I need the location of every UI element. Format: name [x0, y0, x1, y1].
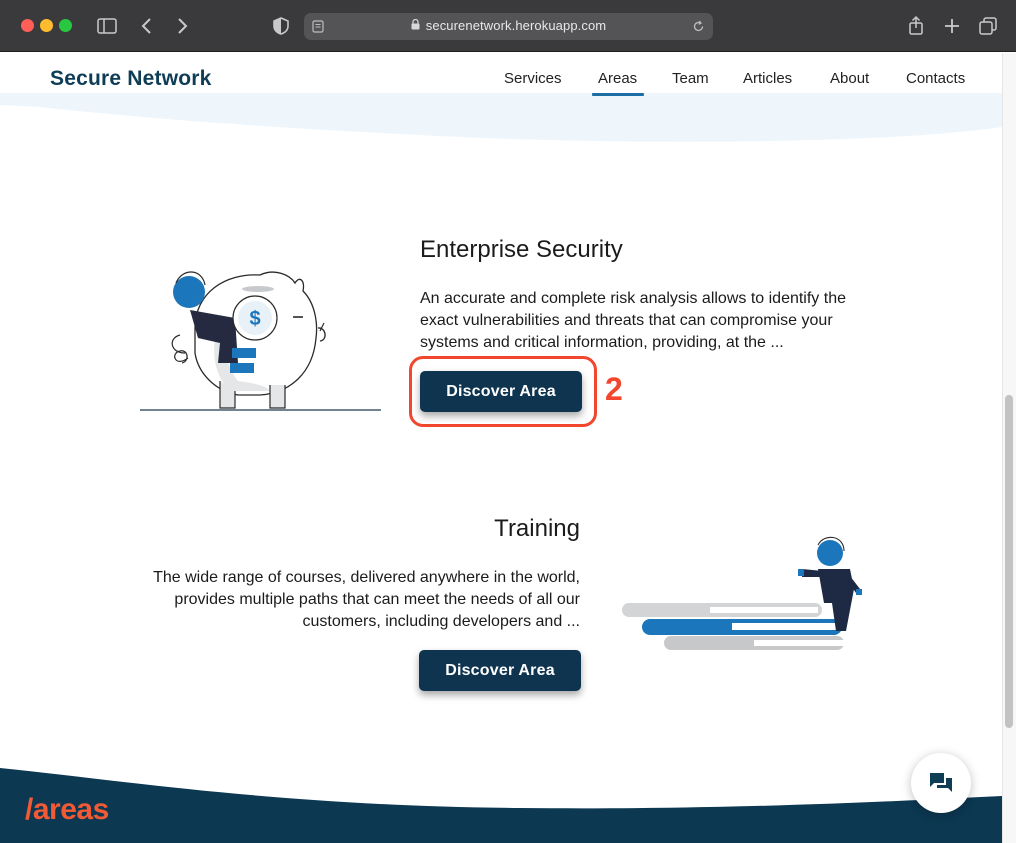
annotation-number: 2 — [605, 371, 623, 407]
close-window-button[interactable] — [21, 19, 34, 32]
areas-section-label: /areas — [25, 793, 109, 826]
tab-overview-icon[interactable] — [977, 15, 999, 37]
zoom-window-button[interactable] — [59, 19, 72, 32]
reload-icon[interactable] — [692, 20, 705, 33]
nav-about[interactable]: About — [830, 70, 869, 87]
url-text: securenetwork.herokuapp.com — [425, 18, 607, 33]
nav-contacts[interactable]: Contacts — [906, 70, 965, 87]
chat-button[interactable] — [911, 753, 971, 813]
description-line: An accurate and complete risk analysis a… — [420, 290, 846, 307]
svg-text:$: $ — [249, 308, 260, 330]
nav-articles[interactable]: Articles — [743, 70, 792, 87]
active-nav-indicator — [592, 93, 644, 96]
back-arrow-icon[interactable] — [137, 15, 159, 37]
scrollbar-thumb[interactable] — [1005, 395, 1013, 728]
privacy-shield-icon[interactable] — [270, 15, 292, 37]
section-title-enterprise-security: Enterprise Security — [420, 236, 623, 263]
climbing-stairs-illustration — [622, 536, 862, 650]
description-line: The wide range of courses, delivered any… — [153, 569, 580, 586]
site-logo[interactable]: Secure Network — [50, 67, 212, 91]
lock-icon — [411, 19, 420, 30]
header-wave — [0, 93, 1002, 142]
description-line: customers, including developers and ... — [302, 613, 580, 630]
address-bar[interactable]: securenetwork.herokuapp.com — [304, 13, 713, 40]
page-viewport: Secure Network Services Areas Team Artic… — [0, 53, 1002, 843]
nav-team[interactable]: Team — [672, 70, 709, 87]
new-tab-icon[interactable] — [941, 15, 963, 37]
description-line: systems and critical information, provid… — [420, 334, 784, 351]
nav-areas[interactable]: Areas — [598, 70, 637, 87]
nav-services[interactable]: Services — [504, 70, 562, 87]
description-line: provides multiple paths that can meet th… — [174, 591, 580, 608]
share-icon[interactable] — [905, 15, 927, 37]
annotation-highlight-box — [409, 356, 597, 427]
section-description-training: The wide range of courses, delivered any… — [80, 567, 580, 633]
discover-area-button-training[interactable]: Discover Area — [419, 650, 581, 691]
section-title-training: Training — [494, 515, 580, 542]
dollar-coin-icon: $ — [249, 308, 260, 330]
minimize-window-button[interactable] — [40, 19, 53, 32]
chat-bubbles-icon — [930, 773, 952, 792]
sidebar-toggle-icon[interactable] — [96, 15, 118, 37]
description-line: exact vulnerabilities and threats that c… — [420, 312, 833, 329]
footer-band — [0, 768, 1002, 843]
browser-toolbar: securenetwork.herokuapp.com — [0, 0, 1016, 52]
section-description-enterprise-security: An accurate and complete risk analysis a… — [420, 288, 920, 354]
forward-arrow-icon[interactable] — [171, 15, 193, 37]
